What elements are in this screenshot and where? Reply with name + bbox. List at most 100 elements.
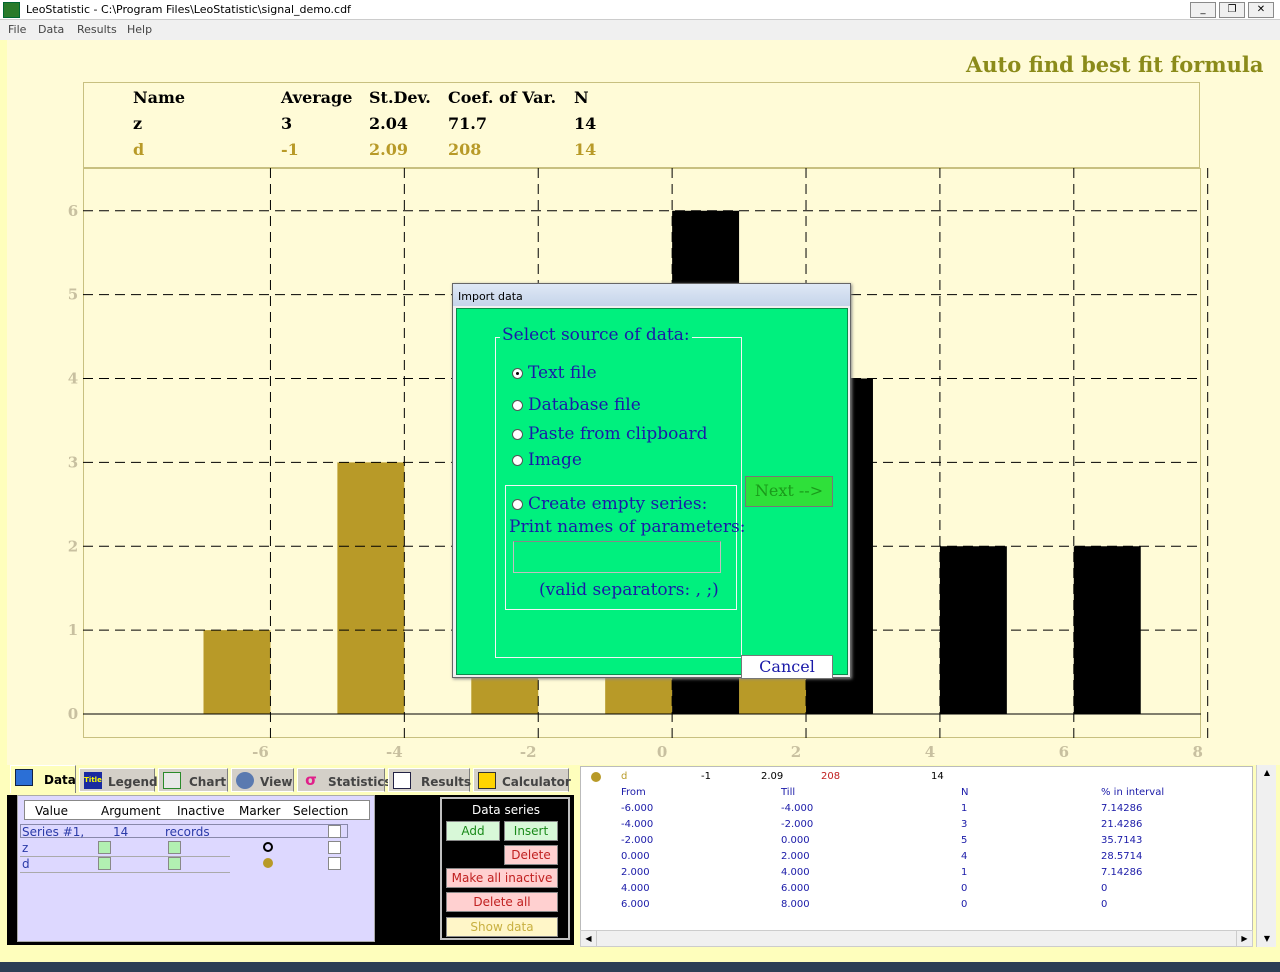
radio-text-file[interactable] <box>512 368 523 379</box>
row-z-argument-checkbox[interactable] <box>98 841 111 854</box>
row-d-inactive-checkbox[interactable] <box>168 857 181 870</box>
legend-tab-icon: Title <box>84 772 102 789</box>
col-selection[interactable]: Selection <box>293 804 348 818</box>
dialog-title: Import data <box>453 284 850 306</box>
results-header-from: From <box>621 787 646 798</box>
stats-header-name: Name <box>133 88 186 107</box>
tab-view-label: View <box>260 775 293 789</box>
book-icon <box>393 772 411 789</box>
y-tick-label: 2 <box>68 537 78 555</box>
row-z-inactive-checkbox[interactable] <box>168 841 181 854</box>
results-cell: 0 <box>961 899 968 910</box>
add-series-button[interactable]: Add <box>446 821 500 841</box>
scroll-up-icon[interactable]: ▲ <box>1259 765 1275 780</box>
tab-data-label: Data <box>44 773 76 787</box>
eye-icon <box>236 772 254 789</box>
tab-chart[interactable]: Chart <box>158 768 228 792</box>
stats-d-average: -1 <box>281 140 299 159</box>
row-z-name: z <box>22 841 29 855</box>
results-cell: 8.000 <box>781 899 810 910</box>
data-series-label: Data series <box>470 803 543 817</box>
results-panel[interactable]: d -1 2.09 208 14 From Till N % in interv… <box>580 766 1253 931</box>
delete-series-button[interactable]: Delete <box>504 845 558 865</box>
option-image[interactable]: Image <box>528 450 582 470</box>
menu-data[interactable]: Data <box>38 23 64 36</box>
menu-results[interactable]: Results <box>77 23 117 36</box>
grid-row-z[interactable]: z <box>20 841 230 857</box>
results-cell: -4.000 <box>621 819 654 830</box>
results-cell: 7.14286 <box>1101 803 1143 814</box>
scroll-right-icon[interactable]: ▶ <box>1236 931 1252 946</box>
tab-results-label: Results <box>421 775 472 789</box>
scroll-down-icon[interactable]: ▼ <box>1259 931 1275 946</box>
row-z-selection-checkbox[interactable] <box>328 841 341 854</box>
dialog-body: Select source of data: Text file Databas… <box>456 308 848 679</box>
tab-results[interactable]: Results <box>388 768 472 792</box>
results-cell: 0.000 <box>781 835 810 846</box>
results-n: 14 <box>931 771 944 782</box>
series-grid[interactable]: Value Argument Inactive Marker Selection… <box>17 795 375 942</box>
col-marker[interactable]: Marker <box>239 804 280 818</box>
tab-legend[interactable]: Title Legend <box>79 768 158 792</box>
stats-d-coef: 208 <box>448 140 482 159</box>
histogram-bar-d <box>203 630 271 714</box>
auto-fit-link[interactable]: Auto find best fit formula <box>966 52 1263 77</box>
series-selection-checkbox[interactable] <box>328 825 341 838</box>
insert-series-button[interactable]: Insert <box>504 821 558 841</box>
option-paste-clipboard[interactable]: Paste from clipboard <box>528 424 708 444</box>
window-titlebar: LeoStatistic - C:\Program Files\LeoStati… <box>0 0 1280 20</box>
show-data-button[interactable]: Show data <box>446 917 558 937</box>
row-d-argument-checkbox[interactable] <box>98 857 111 870</box>
col-inactive[interactable]: Inactive <box>177 804 225 818</box>
minimize-button[interactable]: _ <box>1190 2 1216 18</box>
option-create-empty[interactable]: Create empty series: <box>528 494 707 514</box>
col-argument[interactable]: Argument <box>101 804 161 818</box>
series-row[interactable]: Series #1, 14 records <box>20 824 348 839</box>
cancel-button[interactable]: Cancel <box>741 655 833 679</box>
os-taskbar <box>0 962 1280 972</box>
tab-bar: Data Title Legend Chart View σ Statistic… <box>7 765 574 795</box>
stats-header-average: Average <box>281 88 353 107</box>
col-value[interactable]: Value <box>35 804 68 818</box>
tab-statistics[interactable]: σ Statistics <box>297 768 392 792</box>
results-cell: 6.000 <box>781 883 810 894</box>
next-button[interactable]: Next --> <box>745 476 833 507</box>
restore-button[interactable]: ❐ <box>1219 2 1245 18</box>
y-tick-label: 0 <box>68 705 78 723</box>
radio-image[interactable] <box>512 455 523 466</box>
results-cell: 4.000 <box>781 867 810 878</box>
series-label: Series #1, <box>22 825 85 839</box>
statistics-header: Name Average St.Dev. Coef. of Var. N z 3… <box>83 82 1200 168</box>
results-cell: 7.14286 <box>1101 867 1143 878</box>
parameter-names-input[interactable] <box>513 541 721 573</box>
results-horizontal-scrollbar[interactable]: ◀ ▶ <box>580 930 1253 947</box>
tab-view[interactable]: View <box>231 768 294 792</box>
source-group-label: Select source of data: <box>500 325 692 345</box>
menu-file[interactable]: File <box>8 23 26 36</box>
row-d-selection-checkbox[interactable] <box>328 857 341 870</box>
results-cell: 2.000 <box>781 851 810 862</box>
tab-calculator[interactable]: Calculator <box>473 768 571 792</box>
row-d-marker[interactable] <box>263 858 273 868</box>
radio-database-file[interactable] <box>512 400 523 411</box>
results-cell: -6.000 <box>621 803 654 814</box>
grid-row-d[interactable]: d <box>20 857 230 873</box>
results-cell: -2.000 <box>621 835 654 846</box>
separators-hint: (valid separators: , ;) <box>539 580 719 600</box>
make-all-inactive-button[interactable]: Make all inactive <box>446 868 558 888</box>
menu-help[interactable]: Help <box>127 23 152 36</box>
y-tick-label: 4 <box>68 370 78 388</box>
radio-paste-clipboard[interactable] <box>512 429 523 440</box>
results-vertical-scrollbar[interactable]: ▲ ▼ <box>1256 765 1276 947</box>
close-button[interactable]: ✕ <box>1248 2 1274 18</box>
scroll-left-icon[interactable]: ◀ <box>581 931 597 946</box>
option-database-file[interactable]: Database file <box>528 395 641 415</box>
radio-create-empty[interactable] <box>512 499 523 510</box>
x-tick-label: -4 <box>386 743 403 761</box>
row-z-marker[interactable] <box>263 842 273 852</box>
results-series-name: d <box>621 771 628 782</box>
results-cell: -2.000 <box>781 819 814 830</box>
option-text-file[interactable]: Text file <box>528 363 597 383</box>
delete-all-button[interactable]: Delete all <box>446 892 558 912</box>
tab-data[interactable]: Data <box>10 765 76 793</box>
